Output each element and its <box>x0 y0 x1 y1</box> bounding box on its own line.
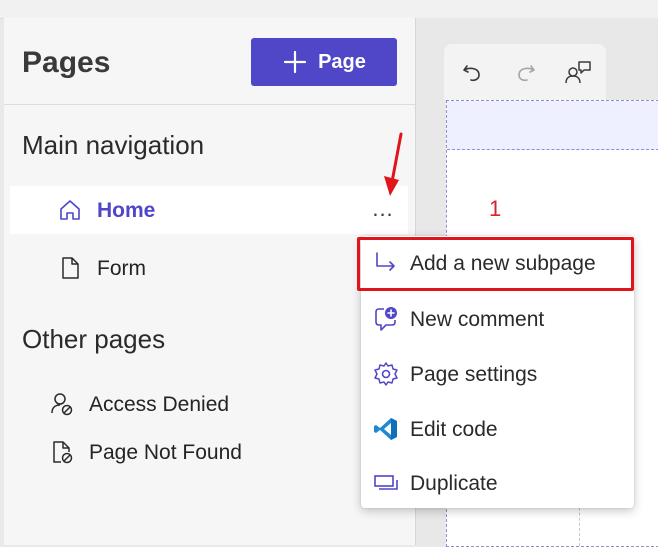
menu-item-duplicate[interactable]: Duplicate <box>361 457 634 509</box>
nav-item-access-denied[interactable]: Access Denied <box>10 380 408 428</box>
nav-item-label: Page Not Found <box>89 441 242 464</box>
annotation-arrow-icon <box>384 132 403 196</box>
person-blocked-icon <box>51 393 73 416</box>
document-icon <box>62 257 79 279</box>
pages-panel: Pages Page Main navigation Home ... Form… <box>4 18 416 545</box>
add-page-label: Page <box>318 50 366 73</box>
nav-item-label: Access Denied <box>89 393 230 416</box>
people-comment-icon[interactable] <box>564 58 592 86</box>
canvas-toolbar <box>444 44 606 100</box>
menu-item-label: Duplicate <box>410 472 498 495</box>
pages-panel-header: Pages Page <box>4 18 415 105</box>
nav-item-form[interactable]: Form <box>10 244 408 292</box>
plus-icon <box>283 50 307 74</box>
main-navigation-title: Main navigation <box>22 130 205 160</box>
nav-item-label: Home <box>97 199 156 222</box>
menu-item-page-settings[interactable]: Page settings <box>361 348 634 400</box>
other-pages-title: Other pages <box>22 324 166 354</box>
window-top-strip <box>0 0 658 19</box>
menu-item-label: Page settings <box>410 363 538 386</box>
settings-gear-icon <box>374 362 398 386</box>
menu-item-new-comment[interactable]: New comment <box>361 293 634 345</box>
menu-item-label: New comment <box>410 308 545 331</box>
redo-icon[interactable] <box>512 58 540 86</box>
comment-add-icon <box>375 307 397 331</box>
duplicate-icon <box>374 475 398 490</box>
menu-item-edit-code[interactable]: Edit code <box>361 403 634 455</box>
nav-item-label: Form <box>97 257 146 280</box>
annotation-highlight-box <box>357 237 634 291</box>
annotation-step-number: 1 <box>489 196 502 221</box>
add-page-button[interactable]: Page <box>251 38 397 86</box>
nav-item-page-not-found[interactable]: Page Not Found <box>10 428 408 476</box>
nav-item-home[interactable]: Home ... <box>10 186 408 234</box>
pages-title: Pages <box>22 46 111 79</box>
document-blocked-icon <box>53 441 73 464</box>
vscode-icon <box>374 418 397 440</box>
undo-icon[interactable] <box>458 58 486 86</box>
home-icon <box>60 200 80 220</box>
canvas-header-zone <box>447 101 658 150</box>
menu-item-label: Edit code <box>410 418 498 441</box>
